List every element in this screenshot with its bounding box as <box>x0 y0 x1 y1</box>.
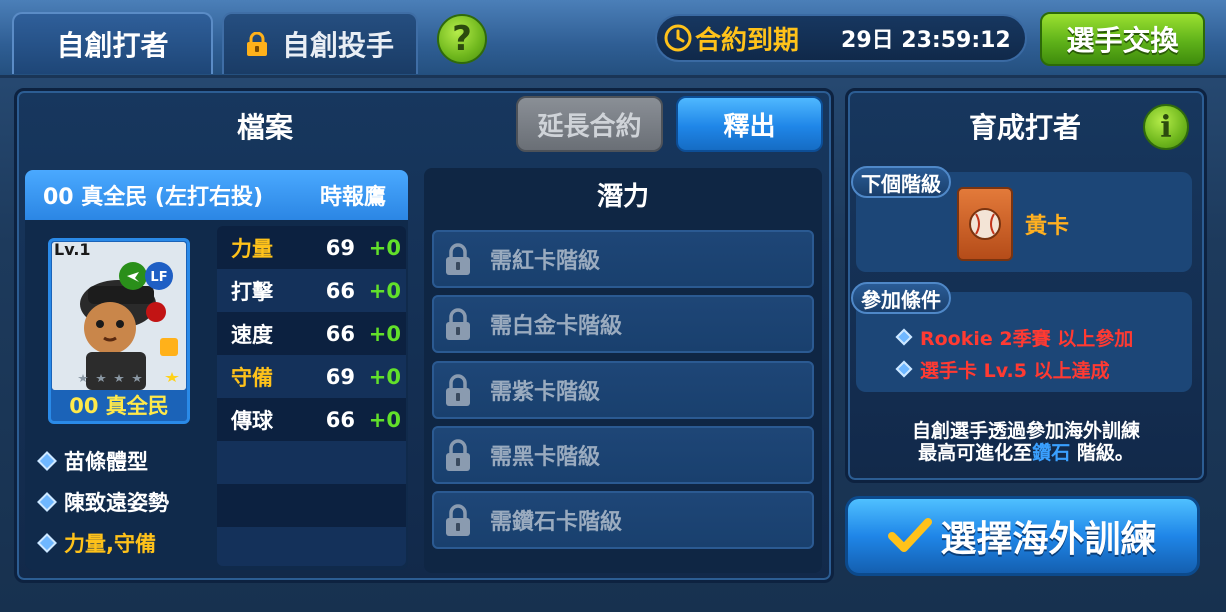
question-icon: ? <box>452 19 472 59</box>
trait-item: 陳致遠姿勢 <box>37 481 210 522</box>
potential-slot-diamond[interactable]: 需鑽石卡階級 <box>432 491 814 549</box>
potential-label: 需鑽石卡階級 <box>490 510 623 535</box>
stat-name: 守備 <box>231 365 273 390</box>
note-line-2: 最高可進化至鑽石 階級。 <box>856 442 1196 464</box>
potential-slot-red[interactable]: 需紅卡階級 <box>432 230 814 288</box>
card-level: Lv.1 <box>54 240 91 259</box>
stat-name: 傳球 <box>231 408 273 433</box>
potential-slot-purple[interactable]: 需紫卡階級 <box>432 361 814 419</box>
potential-slot-platinum[interactable]: 需白金卡階級 <box>432 295 814 353</box>
stat-row-empty <box>217 527 406 566</box>
stat-row-throwing: 傳球 66 +0 <box>217 398 406 441</box>
svg-text:LF: LF <box>150 270 167 285</box>
exchange-label: 選手交換 <box>1066 24 1179 57</box>
growth-note: 自創選手透過參加海外訓練 最高可進化至鑽石 階級。 <box>856 420 1196 464</box>
stat-name: 打擊 <box>231 279 273 304</box>
player-exchange-button[interactable]: 選手交換 <box>1040 12 1205 66</box>
stat-row-empty <box>217 484 406 527</box>
potential-title: 潛力 <box>596 182 649 212</box>
extend-label: 延長合約 <box>537 111 642 142</box>
contract-time: 29日 23:59:12 <box>841 28 1011 53</box>
stat-bonus: +0 <box>368 364 401 389</box>
diamond-icon <box>37 491 57 512</box>
rank-card <box>957 187 1013 261</box>
stat-row-defense: 守備 69 +0 <box>217 355 406 398</box>
diamond-icon <box>37 450 57 471</box>
lock-icon <box>446 374 470 406</box>
diamond-icon <box>895 328 913 346</box>
overseas-training-button[interactable]: 選擇海外訓練 <box>845 496 1200 576</box>
stat-row-hitting: 打擊 66 +0 <box>217 269 406 312</box>
conditions-label: 參加條件 <box>851 282 951 314</box>
lock-icon <box>246 32 267 56</box>
lock-icon <box>446 308 470 340</box>
baseball-icon <box>969 208 1001 240</box>
training-label: 選擇海外訓練 <box>940 519 1157 560</box>
condition-item: Rookie 2季賽 以上參加 <box>895 325 1134 350</box>
stat-bonus: +0 <box>368 235 401 260</box>
extend-contract-button[interactable]: 延長合約 <box>516 96 663 152</box>
checkmark-icon <box>888 518 933 552</box>
stats-table: 力量 69 +0 打擊 66 +0 速度 66 +0 守備 69 +0 傳球 6… <box>217 226 406 566</box>
trait-item: 苗條體型 <box>37 440 210 481</box>
tab-custom-batter[interactable]: 自創打者 <box>12 12 213 74</box>
stat-name: 速度 <box>231 322 273 347</box>
potential-label: 需紅卡階級 <box>490 249 601 274</box>
potential-label: 需黑卡階級 <box>490 445 601 470</box>
stat-value: 66 <box>325 321 355 346</box>
stat-row-empty <box>217 441 406 484</box>
note-line-1: 自創選手透過參加海外訓練 <box>911 420 1140 442</box>
condition-text: Rookie 2季賽 以上參加 <box>920 327 1134 350</box>
condition-item: 選手卡 Lv.5 以上達成 <box>895 357 1133 382</box>
note-highlight: 鑽石 <box>1032 442 1071 464</box>
tab-label: 自創投手 <box>281 29 394 62</box>
potential-slot-black[interactable]: 需黑卡階級 <box>432 426 814 484</box>
note-text: 最高可進化至 <box>918 442 1033 464</box>
release-label: 釋出 <box>723 111 776 142</box>
stat-row-power: 力量 69 +0 <box>217 226 406 269</box>
diamond-icon <box>37 532 57 553</box>
next-rank-label: 下個階級 <box>851 166 951 198</box>
diamond-icon <box>895 360 913 378</box>
player-name-header: 00 真全民 (左打右投) <box>43 185 264 210</box>
condition-list: Rookie 2季賽 以上參加 選手卡 Lv.5 以上達成 <box>895 325 1134 382</box>
release-button[interactable]: 釋出 <box>676 96 823 152</box>
stat-bonus: +0 <box>368 321 401 346</box>
trait-label: 陳致遠姿勢 <box>64 490 169 515</box>
clock-icon <box>664 24 692 52</box>
contract-label: 合約到期 <box>695 25 800 56</box>
trait-label: 苗條體型 <box>64 449 148 474</box>
potential-label: 需白金卡階級 <box>490 314 623 339</box>
stat-bonus: +0 <box>368 278 401 303</box>
trait-list: 苗條體型 陳致遠姿勢 力量,守備 <box>37 440 210 563</box>
info-icon: i <box>1160 109 1172 145</box>
lock-icon <box>446 504 470 536</box>
team-name: 時報鷹 <box>319 185 386 210</box>
trait-label: 力量,守備 <box>64 531 156 556</box>
stat-name: 力量 <box>231 236 273 261</box>
stat-value: 66 <box>325 278 355 303</box>
player-portrait: LF <box>52 242 186 390</box>
stat-value: 66 <box>325 407 355 432</box>
stat-value: 69 <box>325 235 355 260</box>
player-avatar-icon: LF <box>52 242 186 390</box>
potential-label: 需紫卡階級 <box>490 380 601 405</box>
profile-title: 檔案 <box>236 111 293 144</box>
help-button[interactable]: ? <box>437 14 487 64</box>
contract-expiry-bar: 合約到期 29日 23:59:12 <box>655 14 1027 62</box>
player-header: 00 真全民 (左打右投) 時報鷹 <box>25 170 408 220</box>
lock-icon <box>446 439 470 471</box>
card-player-name: 00 真全民 <box>69 394 169 418</box>
stat-row-speed: 速度 66 +0 <box>217 312 406 355</box>
info-button[interactable]: i <box>1143 104 1189 150</box>
tab-custom-pitcher[interactable]: 自創投手 <box>222 12 418 74</box>
note-text: 階級。 <box>1070 442 1134 464</box>
condition-text: 選手卡 Lv.5 以上達成 <box>920 359 1110 382</box>
trait-item: 力量,守備 <box>37 522 210 563</box>
tab-label: 自創打者 <box>56 29 169 62</box>
stat-value: 69 <box>325 364 355 389</box>
next-rank-name: 黃卡 <box>1025 214 1070 239</box>
stat-bonus: +0 <box>368 407 401 432</box>
lock-icon <box>446 243 470 275</box>
